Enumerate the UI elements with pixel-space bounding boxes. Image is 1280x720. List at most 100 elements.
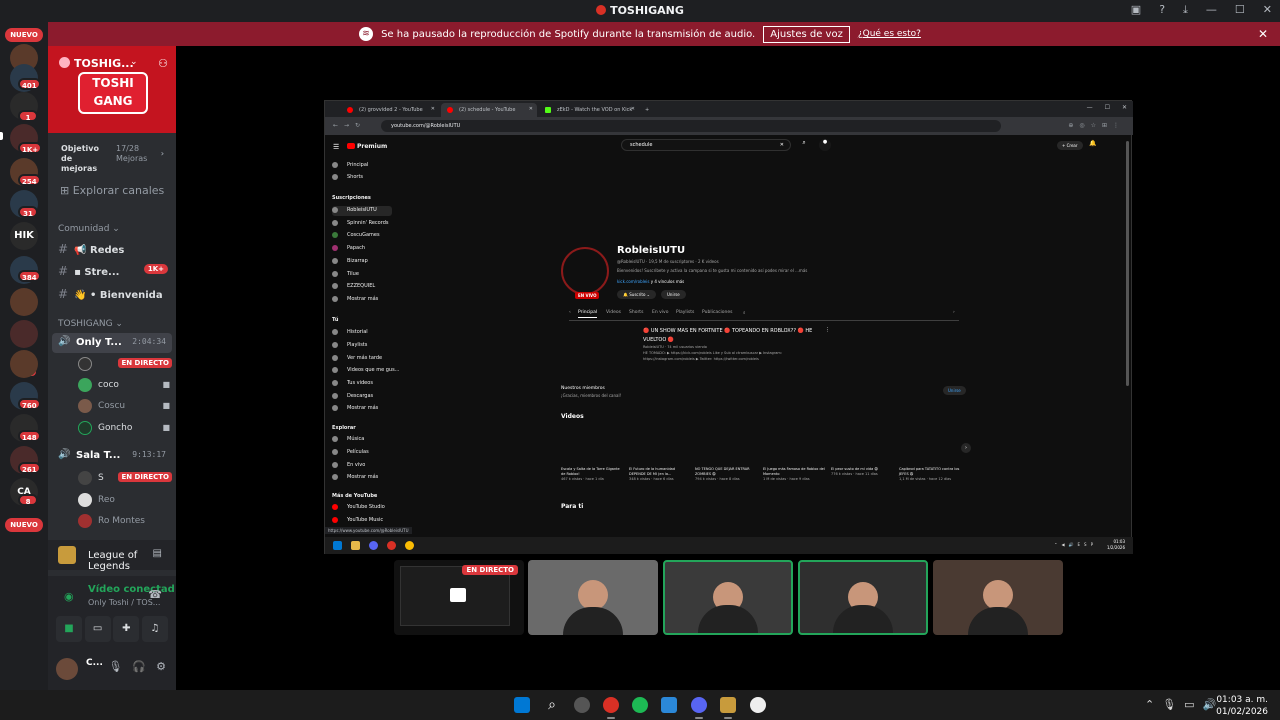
close-tab-icon[interactable]: ✕ [431, 106, 435, 112]
channel-bienvenida[interactable]: # 👋 • Bienvenida [58, 287, 170, 301]
video-card[interactable]: NO TENGO QUE DEJAR ENTRAR ZOMBIES 😨 794 k… [695, 467, 757, 482]
notepad-icon[interactable] [661, 697, 677, 713]
browser-tab-active[interactable]: (2) schedule - YouTube ✕ [441, 103, 537, 117]
disconnect-icon[interactable]: ☎ [148, 588, 162, 601]
maximize-icon[interactable]: ☐ [1235, 3, 1245, 17]
sidebar-show-more[interactable]: Mostrar más [332, 295, 392, 305]
clear-icon[interactable]: ✕ [780, 142, 784, 148]
microphone-icon[interactable]: ● [819, 139, 831, 151]
sidebar-sub[interactable]: Papach [332, 244, 392, 254]
close-icon[interactable]: ✕ [1263, 3, 1272, 17]
sidebar-sub[interactable]: Spinnin' Records [332, 219, 392, 229]
featured-video-title[interactable]: 🔴 UN SHOW MAS EN FORTNITE 🔴 TOPEANDO EN … [643, 327, 823, 345]
tab-principal[interactable]: Principal [578, 310, 598, 318]
steam-icon[interactable] [750, 697, 766, 713]
scrollbar[interactable] [1126, 141, 1129, 386]
game-controller-icon[interactable]: ▤ [153, 548, 162, 559]
stream-screen-share[interactable]: (2) grovvided 2 - YouTube ✕ (2) schedule … [324, 100, 1133, 554]
sidebar-item-your-videos[interactable]: Tus videos [332, 379, 392, 389]
sidebar-sub[interactable]: Tilue [332, 270, 392, 280]
tab-posts[interactable]: Publicaciones [702, 310, 733, 315]
video-tile-speaking[interactable] [663, 560, 793, 635]
subscribed-button[interactable]: 🔔 Suscrito ⌄ [617, 290, 657, 299]
windows-start-icon[interactable] [514, 697, 530, 713]
category-toshigang[interactable]: TOSHIGANG ⌄ [58, 319, 123, 329]
sidebar-sub[interactable]: Bizarrap [332, 257, 392, 267]
channel-redes[interactable]: # 📢 Redes [58, 242, 170, 256]
download-icon[interactable]: ⤓ [1183, 3, 1188, 17]
video-card[interactable]: El Juego más Famoso de Roblox del Moment… [763, 467, 825, 482]
voice-user[interactable]: Ro Montes [78, 513, 172, 531]
minimize-icon[interactable]: — [1206, 3, 1217, 17]
sidebar-show-more[interactable]: Mostrar más [332, 473, 392, 483]
voice-user[interactable]: EN DIRECTO [78, 356, 172, 374]
subscriptions-header[interactable]: Suscripciones [332, 195, 371, 201]
search-icon[interactable]: ⌕ [797, 139, 811, 151]
tab-shorts[interactable]: Shorts [629, 310, 643, 315]
channel-description[interactable]: Bienvenidos! Suscribete y activa la camp… [617, 268, 807, 273]
league-of-legends-icon[interactable] [720, 697, 736, 713]
sidebar-item-downloads[interactable]: Descargas [332, 392, 392, 402]
voice-user[interactable]: Goncho ■ [78, 420, 172, 438]
channel-links[interactable]: kick.com/robleis y 4 vínculos más [617, 279, 684, 284]
voice-user[interactable]: Coscu ■ [78, 398, 172, 416]
extension-icons[interactable]: ⊕◎☆⊞⋮ [1068, 122, 1125, 129]
headphones-icon[interactable]: 🎧 [132, 660, 146, 673]
chrome-icon[interactable] [405, 541, 414, 550]
sidebar-show-more[interactable]: Mostrar más [332, 404, 392, 414]
notice-close-icon[interactable]: ✕ [1258, 27, 1268, 41]
server-icon[interactable] [10, 320, 38, 348]
sidebar-item-live[interactable]: En vivo [332, 461, 392, 471]
close-icon[interactable]: ✕ [1122, 104, 1127, 111]
obs-icon[interactable] [574, 697, 590, 713]
discord-icon[interactable] [369, 541, 378, 550]
activity-league-of-legends[interactable]: League of Legends ▤ [48, 540, 176, 572]
tab-playlists[interactable]: Playlists [676, 310, 694, 315]
new-tab-icon[interactable]: + [641, 103, 653, 117]
sidebar-item-shorts[interactable]: Shorts [332, 173, 392, 183]
camera-toggle-icon[interactable]: ■ [56, 616, 82, 642]
voice-settings-button[interactable]: Ajustes de voz [763, 25, 850, 43]
minimize-icon[interactable]: — [1087, 104, 1093, 111]
browser-tab[interactable]: zEkD - Watch the VOD on Kick ✕ [539, 103, 639, 117]
create-button[interactable]: + Crear [1057, 141, 1083, 150]
close-tab-icon[interactable]: ✕ [631, 106, 635, 112]
sidebar-item-movies[interactable]: Películas [332, 448, 392, 458]
file-explorer-icon[interactable] [351, 541, 360, 550]
sidebar-sub[interactable]: CoscuGames [332, 231, 392, 241]
server-icon[interactable] [10, 288, 38, 316]
voice-user[interactable]: coco ■ [78, 377, 172, 395]
screen-share-icon[interactable]: ▭ [84, 616, 111, 642]
user-name[interactable]: C... [86, 658, 103, 668]
tabs-prev-icon[interactable]: ‹ [569, 310, 571, 315]
server-icon-hik[interactable]: HIK [10, 222, 38, 250]
system-clock[interactable]: 01:03 a. m. 01/02/2026 [1216, 694, 1268, 718]
menu-icon[interactable]: ☰ [333, 143, 339, 151]
members-join-button[interactable]: Unirse [943, 386, 966, 395]
voice-user[interactable]: S EN DIRECTO [78, 470, 172, 488]
voice-channel-sala[interactable]: 🔊 Sala T... 9:13:17 [52, 446, 172, 466]
tabs-next-icon[interactable]: › [953, 310, 955, 315]
url-input[interactable]: youtube.com/@RobleisIUTU [381, 120, 1001, 132]
stream-tile[interactable]: EN DIRECTO [394, 560, 524, 635]
server-name[interactable]: TOSHIG... [74, 57, 134, 70]
help-icon[interactable]: ? [1159, 3, 1165, 17]
join-button[interactable]: Unirse [661, 290, 686, 299]
boost-goal[interactable]: Objetivo de mejoras 17/28 Mejoras › [48, 139, 176, 173]
chevron-down-icon[interactable]: ⌄ [130, 57, 138, 67]
search-icon[interactable]: ⌕ [743, 310, 746, 316]
spotify-icon[interactable] [632, 697, 648, 713]
windows-start-icon[interactable] [333, 541, 342, 550]
tab-videos[interactable]: Videos [606, 310, 621, 315]
sidebar-item-home[interactable]: Principal [332, 161, 392, 171]
sidebar-item-yt-music[interactable]: YouTube Music [332, 516, 392, 526]
sidebar-item-music[interactable]: Música [332, 435, 392, 445]
server-banner[interactable]: TOSHIG... ⌄ ⚇ TOSHI GANG [48, 46, 176, 133]
navigation-icons[interactable]: ←→↻ [333, 122, 366, 129]
sidebar-item-watch-later[interactable]: Ver más tarde [332, 354, 392, 364]
video-card[interactable]: Escala y Salta de la Torre Gigante de Ro… [561, 467, 623, 482]
activities-icon[interactable]: ✚ [113, 616, 140, 642]
video-tile[interactable] [933, 560, 1063, 635]
notifications-icon[interactable]: 🔔 [1089, 140, 1096, 147]
discord-icon[interactable] [691, 697, 707, 713]
